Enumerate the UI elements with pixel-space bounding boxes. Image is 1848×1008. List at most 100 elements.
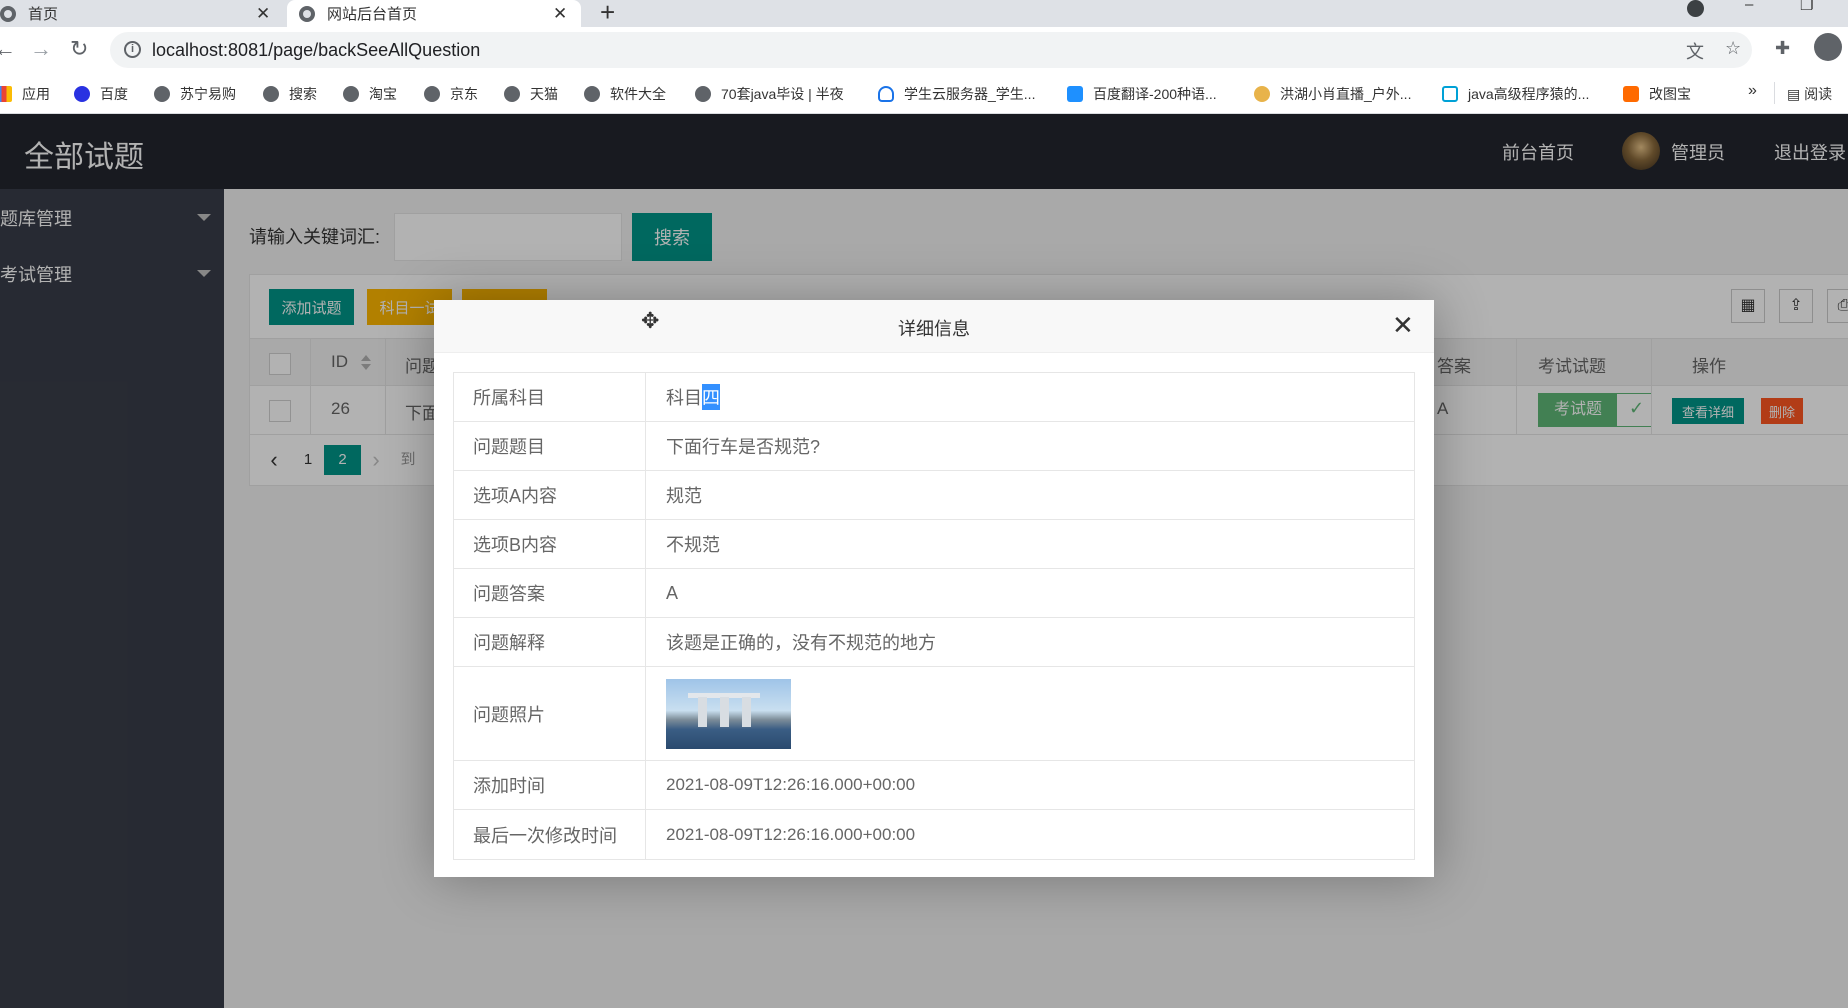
back-icon[interactable]: ← (0, 36, 16, 62)
reload-icon[interactable]: ↻ (70, 36, 88, 62)
globe-icon (0, 5, 16, 22)
tab-search-icon[interactable] (1687, 0, 1704, 17)
detail-value: 2021-08-09T12:26:16.000+00:00 (666, 775, 916, 794)
globe-icon (695, 86, 711, 102)
detail-row: 问题题目 下面行车是否规范? (454, 422, 1414, 471)
detail-key: 选项B内容 (454, 520, 646, 568)
detail-key: 问题题目 (454, 422, 646, 470)
selected-text: 四 (702, 384, 720, 410)
bookmark-icon (1254, 86, 1270, 102)
bookmark-label: 百度 (100, 86, 128, 102)
bookmark-item[interactable]: 改图宝 (1623, 84, 1691, 104)
tab-title: 网站后台首页 (327, 6, 418, 23)
translate-icon[interactable]: 文 (1686, 38, 1704, 64)
extensions-icon[interactable]: ✚ (1775, 38, 1790, 59)
bookmark-label: 百度翻译-200种语... (1093, 86, 1217, 102)
detail-key: 最后一次修改时间 (454, 810, 646, 859)
detail-value: 规范 (666, 486, 702, 506)
url-text: localhost:8081/page/backSeeAllQuestion (152, 40, 481, 60)
reading-list-icon: ▤ (1787, 86, 1805, 102)
bookmark-item[interactable]: 天猫 (504, 84, 558, 104)
detail-row: 所属科目 科目四 (454, 373, 1414, 422)
reading-list-label: 阅读 (1804, 86, 1833, 102)
bookmark-item[interactable]: 70套java毕设 | 半夜 (695, 84, 844, 104)
globe-icon (343, 86, 359, 102)
globe-icon (154, 86, 170, 102)
star-icon[interactable]: ☆ (1725, 38, 1741, 59)
bookmark-item[interactable]: 淘宝 (343, 84, 397, 104)
divider (1774, 82, 1775, 104)
close-icon[interactable]: ✕ (256, 4, 270, 24)
reading-list-button[interactable]: ▤ 阅读 (1787, 84, 1832, 104)
bookmark-item[interactable]: 百度 (74, 84, 128, 104)
bookmark-label: 洪湖小肖直播_户外... (1280, 86, 1412, 102)
baidu-icon (74, 86, 90, 102)
question-photo[interactable] (666, 678, 791, 749)
globe-icon (584, 86, 600, 102)
bilibili-icon (1442, 86, 1458, 102)
globe-icon (299, 5, 315, 22)
address-bar-row: ← → ↻ i localhost:8081/page/backSeeAllQu… (0, 27, 1848, 74)
detail-row: 选项B内容 不规范 (454, 520, 1414, 569)
bookmark-item[interactable]: 苏宁易购 (154, 84, 236, 104)
detail-row: 问题照片 (454, 667, 1414, 761)
forward-icon[interactable]: → (30, 36, 52, 62)
detail-row: 选项A内容 规范 (454, 471, 1414, 520)
bookmark-item[interactable]: 应用 (0, 84, 50, 104)
detail-row: 问题答案 A (454, 569, 1414, 618)
detail-value: 科目四 (666, 373, 720, 421)
bookmark-item[interactable]: 搜索 (263, 84, 317, 104)
bookmark-item[interactable]: java高级程序猿的... (1442, 84, 1589, 104)
globe-icon (504, 86, 520, 102)
bookmark-label: 淘宝 (369, 86, 397, 102)
detail-dialog: ✥ 详细信息 ✕ 所属科目 科目四 问题题目 下面行车是否规范? 选项A内容 规… (434, 300, 1434, 877)
browser-tab-strip: 首页 ✕ 网站后台首页 ✕ + – ❐ (0, 0, 1848, 27)
maximize-icon[interactable]: ❐ (1800, 0, 1813, 14)
detail-key: 问题解释 (454, 618, 646, 666)
bookmarks-bar: 应用 百度 苏宁易购 搜索 淘宝 京东 天猫 软件大全 70套java毕设 | … (0, 74, 1848, 114)
detail-value: 该题是正确的，没有不规范的地方 (666, 633, 936, 653)
detail-value: 下面行车是否规范? (666, 437, 821, 457)
browser-tab-admin[interactable]: 网站后台首页 ✕ (287, 0, 581, 27)
translate-icon (1067, 86, 1083, 102)
subject-text: 科目 (666, 388, 702, 408)
detail-key: 选项A内容 (454, 471, 646, 519)
bookmark-label: 应用 (22, 86, 50, 102)
bookmark-item[interactable]: 京东 (424, 84, 478, 104)
detail-row: 添加时间 2021-08-09T12:26:16.000+00:00 (454, 761, 1414, 810)
browser-tab-home[interactable]: 首页 ✕ (0, 0, 282, 27)
bookmark-item[interactable]: 百度翻译-200种语... (1067, 84, 1217, 104)
bookmark-label: 70套java毕设 | 半夜 (721, 86, 844, 102)
photo-tower (742, 696, 751, 727)
bookmark-item[interactable]: 学生云服务器_学生... (878, 84, 1035, 104)
bookmark-item[interactable]: 软件大全 (584, 84, 666, 104)
detail-key: 问题答案 (454, 569, 646, 617)
detail-value (666, 667, 791, 760)
new-tab-icon[interactable]: + (600, 0, 615, 28)
bookmark-label: java高级程序猿的... (1468, 86, 1590, 102)
dialog-title: 详细信息 (898, 319, 970, 339)
detail-value: 不规范 (666, 535, 720, 555)
minimize-icon[interactable]: – (1745, 0, 1753, 13)
detail-value: 2021-08-09T12:26:16.000+00:00 (666, 824, 916, 844)
detail-key: 所属科目 (454, 373, 646, 421)
url-field[interactable]: i localhost:8081/page/backSeeAllQuestion (110, 32, 1752, 68)
apps-icon (0, 86, 12, 102)
bookmark-label: 搜索 (289, 86, 317, 102)
close-icon[interactable]: ✕ (553, 4, 567, 24)
bookmark-item[interactable]: 洪湖小肖直播_户外... (1254, 84, 1411, 104)
dialog-header[interactable]: ✥ 详细信息 ✕ (434, 300, 1434, 353)
app-icon (1623, 86, 1639, 102)
globe-icon (424, 86, 440, 102)
profile-icon[interactable] (1814, 33, 1842, 61)
bookmarks-more-button[interactable]: » (1748, 82, 1757, 100)
photo-tower (698, 696, 707, 727)
detail-value: A (666, 582, 679, 603)
bookmark-label: 天猫 (530, 86, 558, 102)
close-icon[interactable]: ✕ (1392, 310, 1414, 341)
detail-key: 问题照片 (454, 667, 646, 760)
bookmark-label: 学生云服务器_学生... (904, 86, 1036, 102)
bookmark-label: 苏宁易购 (180, 86, 236, 102)
info-icon[interactable]: i (124, 41, 141, 58)
detail-key: 添加时间 (454, 761, 646, 809)
